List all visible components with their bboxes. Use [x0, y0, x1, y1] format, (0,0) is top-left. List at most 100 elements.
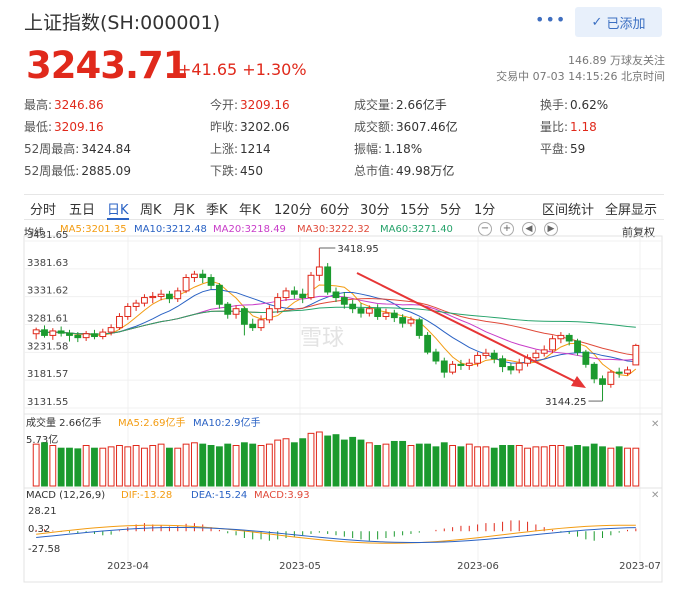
volume-bar: [390, 440, 398, 487]
macd-item-label: MACD:3.93: [254, 490, 310, 501]
volume-ma-label: MA10:2.9亿手: [193, 416, 260, 429]
volume-bar: [615, 446, 623, 487]
candle-body: [290, 290, 298, 295]
candle-body: [540, 349, 548, 354]
y-tick-label: 3431.65: [27, 230, 68, 241]
candle-body: [166, 293, 173, 300]
volume-bar: [599, 446, 606, 487]
candle-body: [107, 327, 115, 333]
watermark-text: 雪球: [300, 326, 344, 351]
volume-bar: [249, 443, 257, 487]
candle-body: [199, 273, 207, 279]
candle-body: [557, 334, 565, 340]
candle-body: [357, 308, 365, 314]
macd-item-label: DEA:-15.24: [191, 490, 247, 501]
volume-bar: [157, 443, 165, 487]
candle-body: [615, 371, 623, 374]
volume-bar: [224, 443, 232, 487]
volume-bar: [374, 445, 382, 487]
volume-bar: [365, 442, 373, 487]
candle-body: [299, 293, 307, 299]
x-tick-label: 2023-06: [457, 561, 499, 572]
trend-arrowhead-icon: [571, 376, 586, 388]
volume-bar: [340, 439, 348, 487]
candle-body: [365, 308, 373, 314]
volume-close-icon: ✕: [651, 419, 659, 430]
candle-body: [390, 312, 398, 319]
candle-body: [207, 277, 215, 286]
volume-bar: [332, 434, 340, 487]
volume-bar: [299, 438, 307, 487]
y-tick-label: 3281.61: [27, 313, 68, 324]
volume-bar: [607, 447, 615, 487]
macd-close-icon: ✕: [651, 490, 659, 501]
volume-bar: [107, 446, 115, 487]
volume-bar: [91, 447, 98, 487]
x-tick-label: 2023-07: [619, 561, 661, 572]
volume-bar: [182, 443, 190, 487]
volume-bar: [465, 443, 473, 487]
volume-bar: [474, 446, 482, 487]
candle-body: [99, 331, 107, 338]
volume-bar: [124, 446, 132, 487]
candle-body: [632, 344, 640, 366]
candle-body: [82, 333, 90, 339]
volume-bar: [99, 447, 107, 487]
candle-body: [382, 312, 390, 317]
volume-bar: [582, 446, 590, 487]
low-annotation-label: 3144.25: [545, 397, 586, 408]
volume-bar: [357, 439, 365, 487]
volume-bar: [415, 443, 423, 487]
candle-body: [532, 352, 540, 359]
candle-body: [599, 378, 606, 385]
candle-body: [141, 297, 148, 304]
volume-bar: [424, 443, 432, 487]
volume-bar: [190, 442, 198, 487]
candle-body: [457, 363, 465, 366]
candle-body: [74, 334, 82, 339]
volume-bar: [449, 445, 457, 487]
volume-bar: [149, 445, 157, 487]
volume-bar: [482, 446, 490, 487]
volume-bar: [74, 448, 82, 487]
candle-body: [499, 358, 506, 368]
candle-body: [374, 308, 382, 317]
candle-body: [32, 329, 40, 335]
volume-bar: [440, 442, 448, 487]
candle-body: [440, 360, 448, 373]
candle-body: [424, 334, 432, 353]
candle-body: [474, 354, 482, 364]
y-tick-label: 3381.63: [27, 258, 68, 269]
volume-bar: [274, 439, 282, 487]
volume-bar: [507, 445, 515, 487]
volume-ma-label: MA5:2.69亿手: [118, 416, 185, 429]
volume-bar: [399, 440, 407, 487]
candle-body: [66, 332, 73, 336]
volume-bar: [265, 443, 273, 487]
volume-bar: [382, 443, 390, 487]
volume-bar: [490, 447, 498, 487]
volume-bar: [174, 447, 182, 487]
candle-body: [574, 340, 581, 353]
volume-bar: [574, 445, 581, 487]
candle-body: [515, 362, 523, 371]
candle-body: [282, 290, 290, 299]
kline-chart: 3431.65 3381.63 3331.62 3281.61 3231.58 3181.…: [23, 230, 663, 583]
volume-bar: [307, 432, 315, 487]
macd-item-label: DIF:-13.28: [121, 490, 172, 501]
candle-body: [565, 334, 573, 342]
candle-body: [415, 319, 423, 336]
volume-bar: [624, 447, 631, 487]
high-annotation-label: 3418.95: [337, 244, 378, 255]
candle-body: [49, 330, 57, 336]
volume-bar: [457, 446, 465, 487]
candle-body: [324, 266, 332, 293]
candle-body: [582, 351, 590, 365]
volume-bar: [315, 431, 323, 487]
candle-body: [224, 303, 232, 315]
volume-bar: [116, 445, 123, 487]
candle-body: [340, 297, 348, 305]
candle-body: [624, 369, 631, 374]
y-tick-label: 3331.62: [27, 286, 68, 297]
x-tick-label: 2023-05: [279, 561, 321, 572]
